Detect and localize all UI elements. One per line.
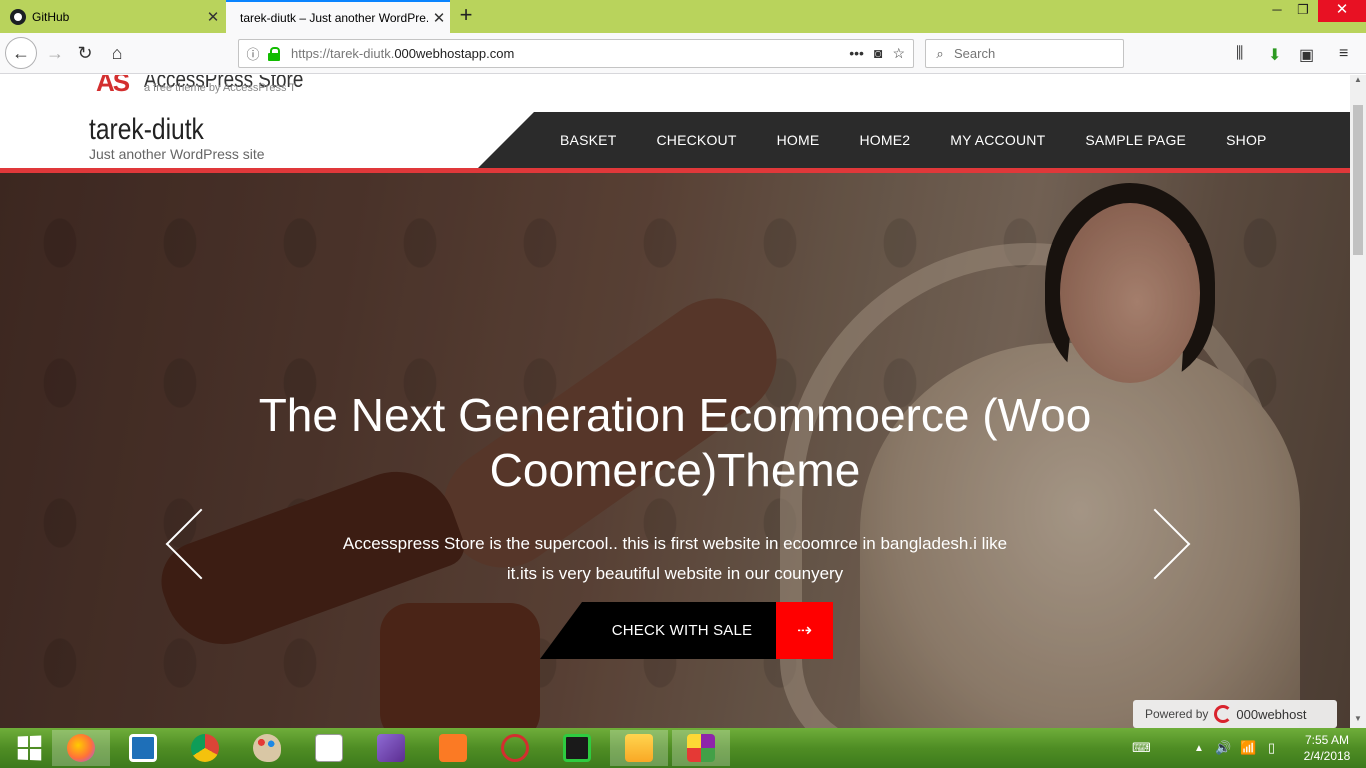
menu-icon[interactable]: ≡ [1339,45,1348,63]
powered-label: Powered by [1145,707,1209,721]
lock-icon [267,46,283,61]
menu-item-my-account[interactable]: MY ACCOUNT [930,132,1065,148]
logo-mark-text: AS [96,75,130,97]
hero-title: The Next Generation Ecommoerce (Woo Coom… [258,389,1092,496]
system-clock[interactable]: 7:55 AM 2/4/2018 [1296,732,1358,764]
bookmark-star-icon[interactable]: ☆ [892,45,905,62]
reload-button[interactable]: ↻ [70,38,100,68]
site-logo[interactable]: AS AccessPress Store a free theme by Acc… [92,75,312,109]
taskbar-chrome[interactable] [176,730,234,766]
site-title[interactable]: tarek-diutk [89,113,204,147]
visual-studio-icon [377,734,405,762]
info-icon[interactable]: ⓘ [239,44,267,63]
taskbar-cursor-app[interactable] [300,730,358,766]
clock-date: 2/4/2018 [1303,749,1351,763]
url-text[interactable]: https://tarek-diutk.000webhostapp.com [291,46,849,61]
taskbar-firefox[interactable] [52,730,110,766]
close-tab-icon[interactable]: ✕ [428,9,450,27]
download-icon[interactable]: ⬇ [1268,45,1281,65]
windows-logo-icon [17,735,42,761]
search-bar[interactable]: ⌕ [925,39,1124,68]
folder-icon [625,734,653,762]
url-scheme: https://tarek-diutk. [291,46,395,61]
forward-arrow-icon: → [46,42,64,63]
search-icon: ⌕ [936,45,944,61]
cursor-icon [315,734,343,762]
winrar-icon [687,734,715,762]
arrow-right-icon[interactable]: ⇢ [776,602,833,659]
taskbar-xampp[interactable] [424,730,482,766]
page-scrollbar[interactable]: ▲ ▼ [1350,75,1366,728]
keyboard-icon[interactable]: ⌨ [1132,728,1151,768]
github-icon [10,8,26,25]
powered-brand: 000webhost [1236,706,1307,722]
url-bar[interactable]: ⓘ https://tarek-diutk.000webhostapp.com … [238,39,914,68]
hero-text: Accesspress Store is the supercool.. thi… [342,534,1008,583]
taskbar: ⌨ ▲ 🔊 📶 ▯ 7:55 AM 2/4/2018 [0,728,1366,768]
main-menu: BASKET CHECKOUT HOME HOME2 MY ACCOUNT SA… [540,112,1287,168]
hero-slider: The Next Generation Ecommoerce (Woo Coom… [0,173,1350,728]
tab-tarek-diutk[interactable]: tarek-diutk – Just another WordPre.. ✕ [226,0,450,33]
tab-title: tarek-diutk – Just another WordPre.. [240,10,428,25]
pocket-icon[interactable]: ◙ [874,45,882,62]
firefox-icon [67,734,95,762]
url-domain: 000webhostapp.com [394,46,515,61]
scissors-icon [501,734,529,762]
back-button[interactable]: ← [5,37,37,69]
volume-icon[interactable]: 🔊 [1215,728,1231,768]
tab-github[interactable]: GitHub ✕ [0,0,224,33]
close-tab-icon[interactable]: ✕ [202,8,224,26]
sidebar-icon[interactable]: ▣ [1299,45,1314,65]
navigation-bar: ← → ↻ ⌂ ⓘ https://tarek-diutk.000webhost… [0,33,1366,74]
taskbar-winrar[interactable] [672,730,730,766]
menu-item-checkout[interactable]: CHECKOUT [636,132,756,148]
taskbar-snipping-tool[interactable] [486,730,544,766]
taskbar-visual-studio[interactable] [362,730,420,766]
taskbar-paint[interactable] [238,730,296,766]
search-input[interactable] [954,46,1104,61]
back-arrow-icon: ← [12,42,30,63]
tab-title: GitHub [32,9,70,24]
xampp-icon [439,734,467,762]
scroll-down-icon[interactable]: ▼ [1350,714,1366,728]
paint-icon [253,734,281,762]
taskbar-app[interactable] [114,730,172,766]
site-description: Just another WordPress site [89,146,265,162]
close-window-button[interactable]: ✕ [1318,0,1366,22]
network-icon[interactable]: 📶 [1240,728,1256,768]
menu-item-home2[interactable]: HOME2 [839,132,930,148]
scroll-up-icon[interactable]: ▲ [1350,75,1366,89]
cta-label[interactable]: CHECK WITH SALE [540,602,776,659]
taskbar-file-explorer[interactable] [610,730,668,766]
tab-strip: GitHub ✕ tarek-diutk – Just another Word… [0,0,1366,33]
home-button[interactable]: ⌂ [102,38,132,68]
restore-button[interactable]: ❐ [1288,0,1318,22]
scrollbar-thumb[interactable] [1353,105,1363,255]
new-tab-button[interactable]: + [455,4,477,28]
menu-item-home[interactable]: HOME [757,132,840,148]
000webhost-logo-icon [1214,705,1233,723]
home-icon: ⌂ [111,42,123,63]
page-actions-icon[interactable]: ••• [849,45,864,62]
battery-icon[interactable]: ▯ [1268,728,1275,768]
chip-icon [563,734,591,762]
clock-time: 7:55 AM [1304,733,1350,747]
chrome-icon [191,734,219,762]
menu-item-sample-page[interactable]: SAMPLE PAGE [1065,132,1206,148]
check-with-sale-button[interactable]: CHECK WITH SALE ⇢ [540,602,833,659]
logo-mark: AS [96,75,130,98]
logo-tagline: a free theme by AccessPress T [144,82,297,94]
library-icon[interactable]: ⫼ [1236,45,1243,63]
menu-item-basket[interactable]: BASKET [540,132,636,148]
page-viewport: AS AccessPress Store a free theme by Acc… [0,75,1350,728]
show-hidden-icons[interactable]: ▲ [1194,728,1204,768]
reload-icon: ↻ [77,42,93,63]
start-button[interactable] [0,730,58,766]
menu-item-shop[interactable]: SHOP [1206,132,1286,148]
taskbar-emu8086[interactable] [548,730,606,766]
powered-by-badge[interactable]: Powered by 000webhost [1133,700,1337,728]
app-icon [129,734,157,762]
forward-button[interactable]: → [40,38,70,68]
